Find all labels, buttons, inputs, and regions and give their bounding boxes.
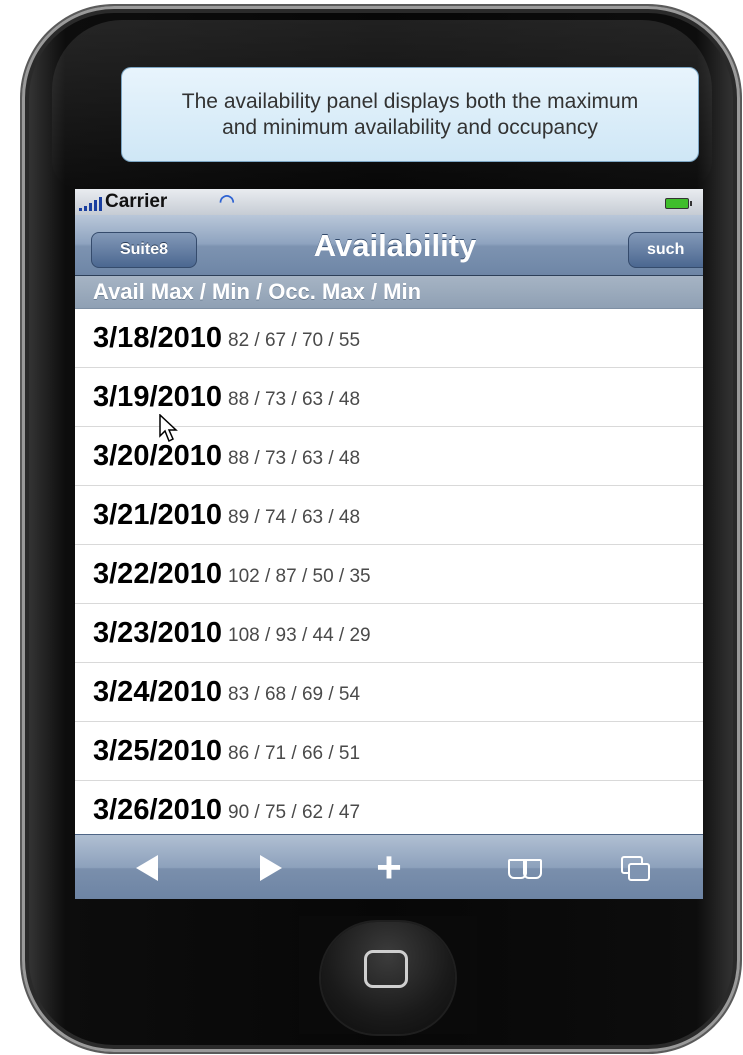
list-item[interactable]: 3/21/2010 89 / 74 / 63 / 48 bbox=[75, 486, 703, 545]
row-values: 90 / 75 / 62 / 47 bbox=[228, 802, 361, 823]
carrier-label: Carrier bbox=[105, 191, 168, 212]
battery-icon bbox=[665, 198, 692, 209]
row-values: 108 / 93 / 44 / 29 bbox=[228, 625, 371, 646]
row-date: 3/20/2010 bbox=[93, 439, 223, 472]
row-values: 102 / 87 / 50 / 35 bbox=[228, 566, 371, 587]
navigation-bar: Suite8 Availability such bbox=[75, 215, 703, 276]
search-button[interactable]: such bbox=[628, 232, 703, 268]
row-values: 89 / 74 / 63 / 48 bbox=[228, 507, 361, 528]
annotation-callout: The availability panel displays both the… bbox=[121, 67, 699, 162]
list-item[interactable]: 3/26/2010 90 / 75 / 62 / 47 bbox=[75, 781, 703, 840]
callout-text: The availability panel displays both the… bbox=[181, 89, 639, 139]
phone-screen: Carrier ◠ Suite8 Availability such Avail… bbox=[75, 189, 703, 899]
row-date: 3/23/2010 bbox=[93, 616, 223, 649]
status-bar: Carrier ◠ bbox=[75, 189, 703, 215]
row-values: 88 / 73 / 63 / 48 bbox=[228, 389, 361, 410]
section-header: Avail Max / Min / Occ. Max / Min bbox=[75, 276, 703, 309]
row-date: 3/26/2010 bbox=[93, 793, 223, 826]
signal-icon bbox=[79, 197, 102, 211]
availability-list: 3/18/2010 82 / 67 / 70 / 55 3/19/2010 88… bbox=[75, 309, 703, 840]
search-button-label: such bbox=[647, 241, 685, 258]
list-item[interactable]: 3/18/2010 82 / 67 / 70 / 55 bbox=[75, 309, 703, 368]
row-date: 3/22/2010 bbox=[93, 557, 223, 590]
home-square-icon bbox=[364, 950, 408, 988]
row-values: 86 / 71 / 66 / 51 bbox=[228, 743, 361, 764]
forward-arrow-icon[interactable] bbox=[241, 835, 301, 899]
plus-icon[interactable]: + bbox=[359, 835, 419, 899]
list-item[interactable]: 3/25/2010 86 / 71 / 66 / 51 bbox=[75, 722, 703, 781]
bookmarks-icon[interactable] bbox=[495, 835, 555, 899]
row-date: 3/21/2010 bbox=[93, 498, 223, 531]
row-date: 3/25/2010 bbox=[93, 734, 223, 767]
list-item[interactable]: 3/23/2010 108 / 93 / 44 / 29 bbox=[75, 604, 703, 663]
row-values: 82 / 67 / 70 / 55 bbox=[228, 330, 361, 351]
back-arrow-icon[interactable] bbox=[117, 835, 177, 899]
row-date: 3/18/2010 bbox=[93, 321, 223, 354]
page-title: Availability bbox=[313, 228, 477, 263]
back-button[interactable]: Suite8 bbox=[91, 232, 197, 268]
row-date: 3/19/2010 bbox=[93, 380, 223, 413]
row-values: 88 / 73 / 63 / 48 bbox=[228, 448, 361, 469]
row-date: 3/24/2010 bbox=[93, 675, 223, 708]
row-values: 83 / 68 / 69 / 54 bbox=[228, 684, 361, 705]
browser-toolbar: + bbox=[75, 834, 703, 899]
wifi-icon: ◠ bbox=[219, 191, 235, 211]
pages-icon[interactable] bbox=[605, 835, 665, 899]
list-item[interactable]: 3/24/2010 83 / 68 / 69 / 54 bbox=[75, 663, 703, 722]
list-item[interactable]: 3/22/2010 102 / 87 / 50 / 35 bbox=[75, 545, 703, 604]
back-button-label: Suite8 bbox=[119, 241, 168, 258]
